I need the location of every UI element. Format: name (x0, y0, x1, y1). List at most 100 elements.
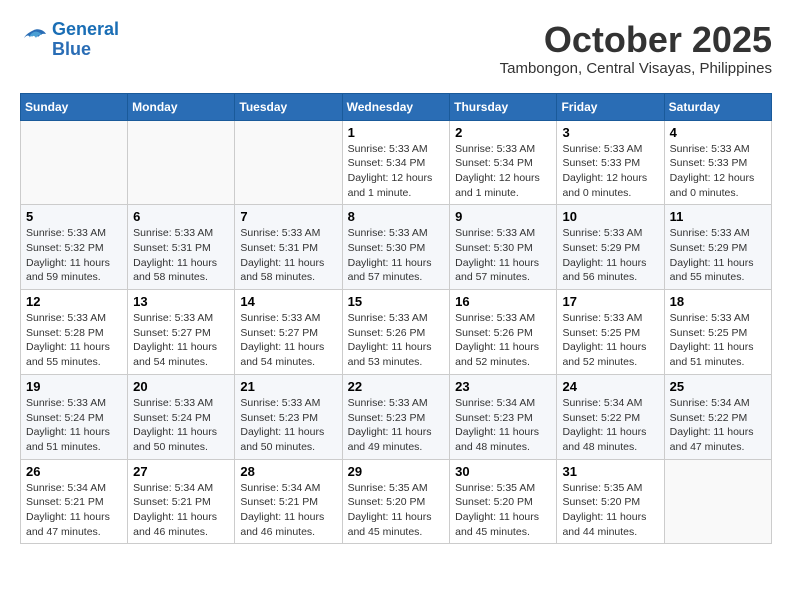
weekday-header-friday: Friday (557, 93, 664, 120)
day-info: Sunrise: 5:33 AM Sunset: 5:34 PM Dayligh… (455, 142, 551, 201)
day-info: Sunrise: 5:33 AM Sunset: 5:23 PM Dayligh… (240, 396, 336, 455)
day-info: Sunrise: 5:33 AM Sunset: 5:30 PM Dayligh… (348, 226, 445, 285)
calendar-cell (235, 120, 342, 205)
calendar-body: 1 Sunrise: 5:33 AM Sunset: 5:34 PM Daylig… (21, 120, 772, 544)
day-number: 9 (455, 209, 551, 224)
calendar-cell: 4 Sunrise: 5:33 AM Sunset: 5:33 PM Daylig… (664, 120, 771, 205)
calendar-cell: 16 Sunrise: 5:33 AM Sunset: 5:26 PM Dayli… (450, 290, 557, 375)
day-info: Sunrise: 5:33 AM Sunset: 5:34 PM Dayligh… (348, 142, 445, 201)
calendar-cell: 5 Sunrise: 5:33 AM Sunset: 5:32 PM Daylig… (21, 205, 128, 290)
calendar-cell: 31 Sunrise: 5:35 AM Sunset: 5:20 PM Dayli… (557, 459, 664, 544)
day-number: 2 (455, 125, 551, 140)
weekday-header-thursday: Thursday (450, 93, 557, 120)
day-info: Sunrise: 5:33 AM Sunset: 5:32 PM Dayligh… (26, 226, 122, 285)
weekday-header-saturday: Saturday (664, 93, 771, 120)
calendar-cell: 12 Sunrise: 5:33 AM Sunset: 5:28 PM Dayli… (21, 290, 128, 375)
calendar-cell: 27Sunrise: 5:34 AM Sunset: 5:21 PM Dayli… (128, 459, 235, 544)
location-subtitle: Tambongon, Central Visayas, Philippines (500, 60, 772, 77)
day-number: 16 (455, 294, 551, 309)
calendar-cell: 18 Sunrise: 5:33 AM Sunset: 5:25 PM Dayli… (664, 290, 771, 375)
weekday-header-monday: Monday (128, 93, 235, 120)
day-number: 3 (562, 125, 658, 140)
day-number: 29 (348, 464, 445, 479)
calendar-cell: 10 Sunrise: 5:33 AM Sunset: 5:29 PM Dayli… (557, 205, 664, 290)
calendar-cell: 15Sunrise: 5:33 AM Sunset: 5:26 PM Dayli… (342, 290, 450, 375)
day-info: Sunrise: 5:35 AM Sunset: 5:20 PM Dayligh… (455, 481, 551, 540)
day-number: 28 (240, 464, 336, 479)
calendar-cell: 20 Sunrise: 5:33 AM Sunset: 5:24 PM Dayli… (128, 374, 235, 459)
day-number: 13 (133, 294, 229, 309)
day-number: 22 (348, 379, 445, 394)
day-number: 27 (133, 464, 229, 479)
day-info: Sunrise: 5:33 AM Sunset: 5:23 PM Dayligh… (348, 396, 445, 455)
calendar-cell: 26 Sunrise: 5:34 AM Sunset: 5:21 PM Dayli… (21, 459, 128, 544)
day-info: Sunrise: 5:34 AM Sunset: 5:21 PM Dayligh… (26, 481, 122, 540)
day-number: 30 (455, 464, 551, 479)
calendar-cell: 25 Sunrise: 5:34 AM Sunset: 5:22 PM Dayli… (664, 374, 771, 459)
calendar-cell: 30 Sunrise: 5:35 AM Sunset: 5:20 PM Dayli… (450, 459, 557, 544)
weekday-header-sunday: Sunday (21, 93, 128, 120)
day-info: Sunrise: 5:35 AM Sunset: 5:20 PM Dayligh… (348, 481, 445, 540)
calendar-cell: 2 Sunrise: 5:33 AM Sunset: 5:34 PM Daylig… (450, 120, 557, 205)
day-number: 4 (670, 125, 766, 140)
weekday-header-tuesday: Tuesday (235, 93, 342, 120)
day-number: 26 (26, 464, 122, 479)
day-info: Sunrise: 5:33 AM Sunset: 5:29 PM Dayligh… (562, 226, 658, 285)
calendar-cell (21, 120, 128, 205)
day-number: 23 (455, 379, 551, 394)
day-number: 24 (562, 379, 658, 394)
day-number: 25 (670, 379, 766, 394)
day-info: Sunrise: 5:33 AM Sunset: 5:27 PM Dayligh… (133, 311, 229, 370)
calendar-cell: 22 Sunrise: 5:33 AM Sunset: 5:23 PM Dayli… (342, 374, 450, 459)
calendar-header: SundayMondayTuesdayWednesdayThursdayFrid… (21, 93, 772, 120)
day-info: Sunrise: 5:35 AM Sunset: 5:20 PM Dayligh… (562, 481, 658, 540)
month-title: October 2025 (500, 20, 772, 60)
day-info: Sunrise: 5:33 AM Sunset: 5:24 PM Dayligh… (133, 396, 229, 455)
day-info: Sunrise: 5:33 AM Sunset: 5:31 PM Dayligh… (133, 226, 229, 285)
calendar-cell: 11Sunrise: 5:33 AM Sunset: 5:29 PM Dayli… (664, 205, 771, 290)
day-number: 6 (133, 209, 229, 224)
day-info: Sunrise: 5:34 AM Sunset: 5:23 PM Dayligh… (455, 396, 551, 455)
day-info: Sunrise: 5:34 AM Sunset: 5:22 PM Dayligh… (562, 396, 658, 455)
day-number: 12 (26, 294, 122, 309)
day-info: Sunrise: 5:34 AM Sunset: 5:22 PM Dayligh… (670, 396, 766, 455)
calendar-cell: 9Sunrise: 5:33 AM Sunset: 5:30 PM Daylig… (450, 205, 557, 290)
day-number: 31 (562, 464, 658, 479)
calendar-week-row: 1 Sunrise: 5:33 AM Sunset: 5:34 PM Daylig… (21, 120, 772, 205)
calendar-cell: 17 Sunrise: 5:33 AM Sunset: 5:25 PM Dayli… (557, 290, 664, 375)
day-number: 14 (240, 294, 336, 309)
day-info: Sunrise: 5:33 AM Sunset: 5:24 PM Dayligh… (26, 396, 122, 455)
day-number: 11 (670, 209, 766, 224)
day-number: 7 (240, 209, 336, 224)
day-number: 5 (26, 209, 122, 224)
day-info: Sunrise: 5:33 AM Sunset: 5:27 PM Dayligh… (240, 311, 336, 370)
calendar-cell: 28Sunrise: 5:34 AM Sunset: 5:21 PM Dayli… (235, 459, 342, 544)
title-block: October 2025 Tambongon, Central Visayas,… (500, 20, 772, 77)
day-info: Sunrise: 5:33 AM Sunset: 5:28 PM Dayligh… (26, 311, 122, 370)
calendar-cell: 3 Sunrise: 5:33 AM Sunset: 5:33 PM Daylig… (557, 120, 664, 205)
calendar-week-row: 12 Sunrise: 5:33 AM Sunset: 5:28 PM Dayli… (21, 290, 772, 375)
day-info: Sunrise: 5:33 AM Sunset: 5:33 PM Dayligh… (562, 142, 658, 201)
day-number: 10 (562, 209, 658, 224)
calendar-cell: 8 Sunrise: 5:33 AM Sunset: 5:30 PM Daylig… (342, 205, 450, 290)
calendar-cell: 13 Sunrise: 5:33 AM Sunset: 5:27 PM Dayli… (128, 290, 235, 375)
day-info: Sunrise: 5:33 AM Sunset: 5:26 PM Dayligh… (455, 311, 551, 370)
day-number: 1 (348, 125, 445, 140)
day-number: 21 (240, 379, 336, 394)
day-info: Sunrise: 5:33 AM Sunset: 5:31 PM Dayligh… (240, 226, 336, 285)
day-info: Sunrise: 5:33 AM Sunset: 5:26 PM Dayligh… (348, 311, 445, 370)
page-header: General Blue October 2025 Tambongon, Cen… (20, 20, 772, 77)
calendar-week-row: 5 Sunrise: 5:33 AM Sunset: 5:32 PM Daylig… (21, 205, 772, 290)
day-info: Sunrise: 5:33 AM Sunset: 5:25 PM Dayligh… (562, 311, 658, 370)
calendar-cell (128, 120, 235, 205)
day-number: 19 (26, 379, 122, 394)
calendar-cell: 6 Sunrise: 5:33 AM Sunset: 5:31 PM Daylig… (128, 205, 235, 290)
day-number: 18 (670, 294, 766, 309)
logo-bird-icon (20, 26, 48, 54)
day-number: 20 (133, 379, 229, 394)
day-number: 8 (348, 209, 445, 224)
day-info: Sunrise: 5:33 AM Sunset: 5:33 PM Dayligh… (670, 142, 766, 201)
day-number: 17 (562, 294, 658, 309)
day-info: Sunrise: 5:33 AM Sunset: 5:25 PM Dayligh… (670, 311, 766, 370)
calendar-cell (664, 459, 771, 544)
